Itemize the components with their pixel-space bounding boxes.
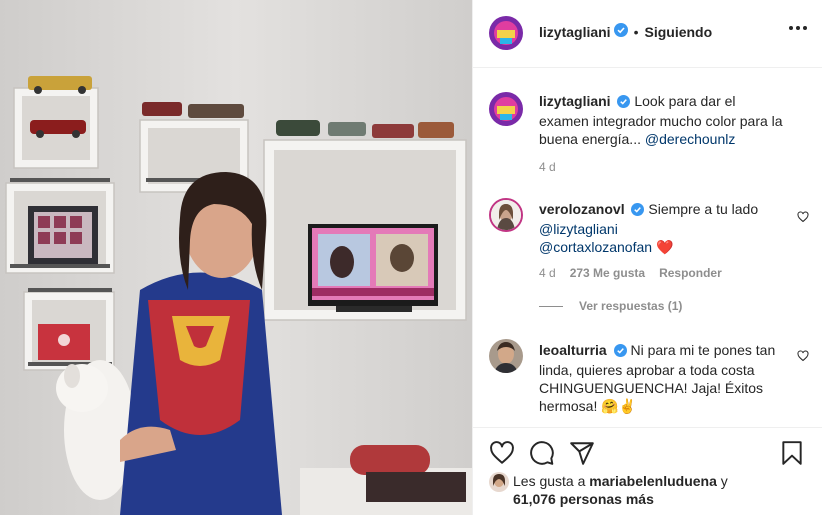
- comment-item: leoalturria Ni para mi te pones tan lind…: [489, 339, 809, 427]
- comment-mention-link[interactable]: @lizytagliani: [539, 221, 618, 237]
- view-replies-button[interactable]: Ver respuestas (1): [539, 299, 682, 313]
- heart-emoji: ❤️: [655, 239, 674, 255]
- likes-summary: Les gusta a mariabelenluduena y 61,076 p…: [489, 472, 773, 508]
- header-row: lizytagliani • Siguiendo: [539, 23, 712, 40]
- comment-meta: 4 d 273 Me gusta Responder: [539, 266, 722, 280]
- replies-divider: [539, 305, 563, 307]
- header-separator: •: [633, 23, 639, 40]
- caption-text: lizytagliani Look para dar el examen int…: [539, 92, 789, 148]
- comment-text: leoalturria Ni para mi te pones tan lind…: [539, 341, 789, 415]
- post-header: lizytagliani • Siguiendo: [473, 0, 822, 68]
- verified-badge-icon: [631, 202, 645, 220]
- post-actions: Les gusta a mariabelenluduena y 61,076 p…: [473, 427, 822, 515]
- caption-time[interactable]: 4 d: [539, 160, 556, 174]
- comment-icon[interactable]: [529, 440, 555, 469]
- caption: lizytagliani Look para dar el examen int…: [489, 86, 809, 176]
- comment-username[interactable]: leoalturria: [539, 342, 607, 358]
- heart-icon[interactable]: [489, 440, 515, 469]
- comment-username[interactable]: verolozanovl: [539, 201, 625, 217]
- post-photo[interactable]: [0, 0, 472, 515]
- caption-meta: 4 d: [539, 160, 556, 174]
- comment-avatar[interactable]: [489, 339, 523, 373]
- likes-text: Les gusta a mariabelenluduena y 61,076 p…: [513, 472, 773, 508]
- caption-mention-link[interactable]: @derechounlz: [645, 131, 736, 147]
- follow-status-button[interactable]: Siguiendo: [644, 24, 712, 40]
- comment-like-heart-icon[interactable]: [797, 210, 809, 226]
- likes-prefix: Les gusta a: [513, 473, 590, 489]
- bookmark-icon[interactable]: [779, 440, 805, 469]
- caption-username[interactable]: lizytagliani: [539, 93, 611, 109]
- comment-body: Siempre a tu lado: [648, 201, 759, 217]
- comment-text: verolozanovl Siempre a tu lado @lizytagl…: [539, 200, 789, 256]
- author-username[interactable]: lizytagliani: [539, 24, 611, 40]
- comments-list: lizytagliani Look para dar el examen int…: [473, 69, 822, 427]
- comment-item: verolozanovl Siempre a tu lado @lizytagl…: [489, 196, 809, 306]
- comment-avatar[interactable]: [489, 198, 523, 232]
- verified-badge-icon: [613, 23, 628, 40]
- liker-avatar[interactable]: [489, 472, 509, 492]
- likes-count-button[interactable]: 61,076 personas más: [513, 491, 654, 507]
- author-avatar[interactable]: [489, 16, 523, 50]
- share-icon[interactable]: [569, 440, 595, 469]
- hug-emoji: 🤗✌️: [601, 398, 637, 414]
- instagram-post-modal: lizytagliani • Siguiendo lizytagliani Lo…: [0, 0, 822, 515]
- reply-button[interactable]: Responder: [659, 266, 722, 280]
- verified-badge-icon: [613, 343, 627, 361]
- likes-middle: y: [716, 473, 728, 489]
- comment-like-heart-icon[interactable]: [797, 349, 809, 365]
- comment-mention-link[interactable]: @cortaxlozanofan: [539, 239, 652, 255]
- comment-time[interactable]: 4 d: [539, 266, 556, 280]
- view-replies-label: Ver respuestas (1): [579, 299, 683, 313]
- comment-likes[interactable]: 273 Me gusta: [570, 266, 645, 280]
- caption-avatar[interactable]: [489, 92, 523, 126]
- post-side-panel: lizytagliani • Siguiendo lizytagliani Lo…: [472, 0, 822, 515]
- verified-badge-icon: [617, 94, 631, 112]
- post-photo-illustration: [0, 0, 472, 515]
- liker-username[interactable]: mariabelenluduena: [589, 473, 717, 489]
- more-options-icon[interactable]: [789, 26, 807, 30]
